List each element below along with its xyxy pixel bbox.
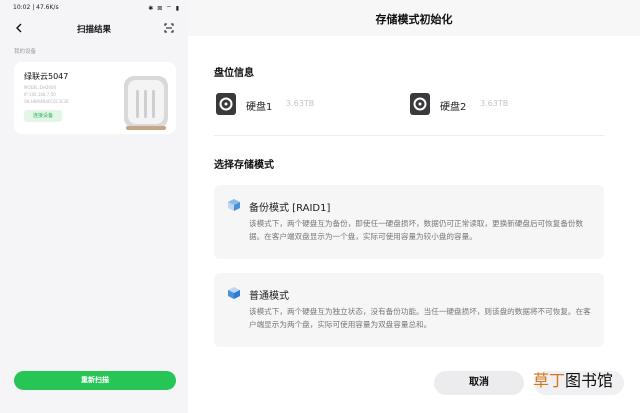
scan-icon[interactable] — [164, 23, 174, 33]
status-icons: ✱ ⊠ ⌔ ▮ — [148, 5, 180, 12]
cube-icon — [228, 199, 240, 211]
device-name: 绿联云5047 — [24, 72, 69, 81]
disk-name: 硬盘1 — [246, 102, 273, 113]
disk-size: 3.63TB — [480, 99, 509, 108]
page-title: 扫描结果 — [76, 25, 111, 35]
mode-title: 备份模式 [RAID1] — [249, 203, 331, 214]
cube-icon — [228, 287, 240, 299]
nas-device-image — [124, 76, 168, 130]
disk-info-heading: 盘位信息 — [214, 68, 254, 79]
watermark-accent: 草丁 — [533, 371, 566, 390]
mode-option-normal[interactable]: 普通模式 该模式下，两个硬盘互为独立状态，没有备份功能。当任一硬盘损坏，则该盘的… — [214, 273, 604, 347]
nav-bar: 扫描结果 — [0, 18, 188, 40]
watermark-text: 图书馆 — [565, 371, 614, 390]
cancel-button[interactable]: 取消 — [434, 371, 524, 395]
device-ip: IP:192.168.7.50 — [24, 92, 56, 97]
storage-mode-heading: 选择存储模式 — [214, 160, 274, 171]
device-sn: SN:H6M4N4FC0C3C3E — [24, 99, 69, 104]
rescan-button[interactable]: 重新扫描 — [14, 371, 176, 390]
hard-disk-icon — [216, 93, 236, 115]
dialog-title: 存储模式初始化 — [375, 13, 453, 26]
phone-panel: 10:02 | 47.6K/s ✱ ⊠ ⌔ ▮ 扫描结果 我的设备 绿联云504… — [0, 0, 188, 413]
mode-option-raid1[interactable]: 备份模式 [RAID1] 该模式下，两个硬盘互为备份，即使任一硬盘损坏，数据仍可… — [214, 185, 604, 259]
connect-device-button[interactable]: 连接设备 — [24, 110, 62, 122]
hard-disk-icon — [410, 93, 430, 115]
divider — [214, 135, 604, 136]
dialog-header: 存储模式初始化 — [188, 0, 640, 36]
device-model: MODEL:DH2600 — [24, 85, 57, 90]
disk-size: 3.63TB — [286, 99, 315, 108]
status-bar: 10:02 | 47.6K/s ✱ ⊠ ⌔ ▮ — [0, 0, 188, 14]
section-label-my-devices: 我的设备 — [14, 49, 37, 55]
disk-name: 硬盘2 — [440, 102, 467, 113]
mode-description: 该模式下，两个硬盘互为备份，即使任一硬盘损坏，数据仍可正常读取，更换新硬盘后可恢… — [249, 219, 584, 241]
mode-title: 普通模式 — [249, 291, 289, 302]
storage-init-dialog: 存储模式初始化 盘位信息 硬盘1 3.63TB 硬盘2 3.63TB 选择存储模… — [188, 0, 640, 413]
device-card[interactable]: 绿联云5047 MODEL:DH2600 IP:192.168.7.50 SN:… — [14, 62, 176, 134]
status-time: 10:02 | 47.6K/s — [13, 4, 59, 11]
mode-description: 该模式下，两个硬盘互为独立状态，没有备份功能。当任一硬盘损坏，则该盘的数据将不可… — [249, 307, 591, 329]
watermark: 草丁图书馆 — [533, 367, 633, 391]
